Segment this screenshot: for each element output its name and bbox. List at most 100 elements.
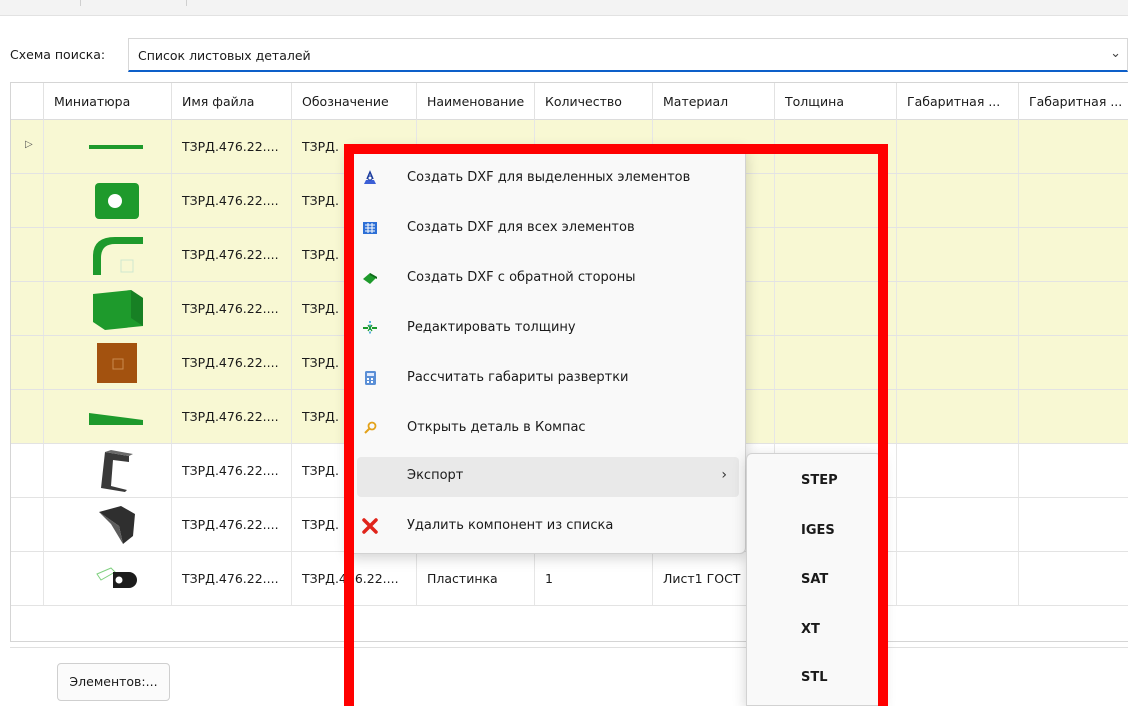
menu-item-label: Открыть деталь в Компас — [407, 420, 586, 435]
delete-icon — [357, 517, 383, 539]
menu-item-calc-dimensions[interactable]: Рассчитать габариты развертки — [357, 359, 739, 399]
thumbnail-cell — [43, 228, 171, 281]
overall-cell — [1018, 228, 1128, 281]
filename-cell: ТЗРД.476.22.... — [171, 174, 291, 227]
skewed-plate-part-icon — [93, 290, 143, 330]
thickness-cell — [774, 390, 896, 443]
brown-plate-part-icon — [97, 343, 137, 383]
menu-item-label: Создать DXF для всех элементов — [407, 220, 635, 235]
overall-cell — [1018, 552, 1128, 605]
chevron-right-icon: › — [721, 467, 727, 483]
thumbnail-cell — [43, 444, 171, 497]
overall-cell — [896, 390, 1018, 443]
menu-item-label: Рассчитать габариты развертки — [407, 370, 629, 385]
strip-part-icon — [89, 145, 143, 149]
corner-part-icon — [99, 506, 135, 544]
overall-cell — [1018, 390, 1128, 443]
plate-with-hole-part-icon — [95, 183, 139, 219]
chevron-down-icon[interactable]: ⌄ — [1110, 46, 1121, 61]
thickness-cell — [774, 282, 896, 335]
menu-item-dxf-selected[interactable]: Создать DXF для выделенных элементов — [357, 159, 739, 199]
context-menu: Создать DXF для выделенных элементов Соз… — [348, 146, 746, 554]
quantity-cell: 1 — [534, 552, 652, 605]
elements-count-button[interactable]: Элементов:... — [57, 663, 170, 701]
overall-cell — [1018, 174, 1128, 227]
search-schema-value: Список листовых деталей — [138, 48, 311, 63]
column-header-material[interactable]: Материал — [652, 83, 774, 120]
menu-item-open-in-kompas[interactable]: Открыть деталь в Компас — [357, 409, 739, 449]
export-submenu: STEP IGES SAT XT STL — [746, 453, 882, 706]
thumbnail-cell — [43, 336, 171, 389]
search-schema-label: Схема поиска: — [10, 47, 106, 62]
menu-item-dxf-all[interactable]: Создать DXF для всех элементов — [357, 209, 739, 249]
column-header-name[interactable]: Наименование — [416, 83, 534, 120]
column-header-overall-2[interactable]: Габаритная ... — [1018, 83, 1128, 120]
overall-cell — [896, 444, 1018, 497]
overall-cell — [896, 174, 1018, 227]
table-row[interactable]: ТЗРД.476.22.... ТЗРД.476.22.... Пластинк… — [11, 552, 1128, 606]
bracket-part-icon — [101, 450, 133, 492]
export-xt-option[interactable]: XT — [801, 622, 820, 637]
column-header-quantity[interactable]: Количество — [534, 83, 652, 120]
overall-cell — [896, 282, 1018, 335]
menu-item-label: Создать DXF для выделенных элементов — [407, 170, 691, 185]
filename-cell: ТЗРД.476.22.... — [171, 120, 291, 173]
menu-item-remove-component[interactable]: Удалить компонент из списка — [357, 507, 739, 547]
table-header: Миниатюра Имя файла Обозначение Наименов… — [11, 83, 1128, 120]
overall-cell — [1018, 282, 1128, 335]
thumbnail-cell — [43, 120, 171, 173]
overall-cell — [896, 498, 1018, 551]
column-header-thumbnail[interactable]: Миниатюра — [43, 83, 171, 120]
thumbnail-cell — [43, 498, 171, 551]
filename-cell: ТЗРД.476.22.... — [171, 390, 291, 443]
menu-item-label: Редактировать толщину — [407, 320, 576, 335]
export-stl-option[interactable]: STL — [801, 670, 828, 685]
thickness-cell — [774, 228, 896, 281]
column-header-designation[interactable]: Обозначение — [291, 83, 416, 120]
footer-divider — [10, 647, 1128, 648]
calculator-icon — [357, 369, 383, 391]
menu-item-dxf-reverse[interactable]: Создать DXF с обратной стороны — [357, 259, 739, 299]
menu-item-label: Удалить компонент из списка — [407, 518, 614, 533]
menu-item-export[interactable]: Экспорт › — [357, 457, 739, 497]
filename-cell: ТЗРД.476.22.... — [171, 228, 291, 281]
bent-part-icon — [93, 237, 143, 275]
search-icon — [357, 419, 383, 441]
overall-cell — [1018, 120, 1128, 173]
filename-cell: ТЗРД.476.22.... — [171, 498, 291, 551]
column-header-thickness[interactable]: Толщина — [774, 83, 896, 120]
menu-item-label: Экспорт — [407, 468, 464, 483]
overall-cell — [896, 336, 1018, 389]
column-header-filename[interactable]: Имя файла — [171, 83, 291, 120]
thumbnail-cell — [43, 282, 171, 335]
toolbar-divider — [80, 0, 81, 6]
name-cell: Пластинка — [416, 552, 534, 605]
thumbnail-cell — [43, 390, 171, 443]
overall-cell — [896, 228, 1018, 281]
column-header-overall-1[interactable]: Габаритная ... — [896, 83, 1018, 120]
export-step-option[interactable]: STEP — [801, 473, 838, 488]
menu-item-edit-thickness[interactable]: Редактировать толщину — [357, 309, 739, 349]
dxf-all-icon — [357, 219, 383, 241]
overall-cell — [896, 120, 1018, 173]
thickness-cell — [774, 174, 896, 227]
search-schema-dropdown[interactable]: Список листовых деталей ⌄ — [128, 38, 1128, 72]
dxf-reverse-icon — [357, 269, 383, 291]
thumbnail-cell — [43, 174, 171, 227]
menu-item-label: Создать DXF с обратной стороны — [407, 270, 636, 285]
expand-row-icon[interactable]: ▷ — [25, 139, 33, 150]
toolbar-divider — [186, 0, 187, 6]
thickness-cell — [774, 120, 896, 173]
designation-cell: ТЗРД.476.22.... — [291, 552, 416, 605]
thickness-cell — [774, 336, 896, 389]
wedge-part-icon — [89, 413, 143, 425]
filename-cell: ТЗРД.476.22.... — [171, 282, 291, 335]
thickness-icon — [357, 319, 383, 341]
export-sat-option[interactable]: SAT — [801, 572, 828, 587]
filename-cell: ТЗРД.476.22.... — [171, 336, 291, 389]
filename-cell: ТЗРД.476.22.... — [171, 444, 291, 497]
dxf-selected-icon — [357, 169, 383, 191]
overall-cell — [1018, 444, 1128, 497]
export-iges-option[interactable]: IGES — [801, 523, 835, 538]
thumbnail-cell — [43, 552, 171, 605]
